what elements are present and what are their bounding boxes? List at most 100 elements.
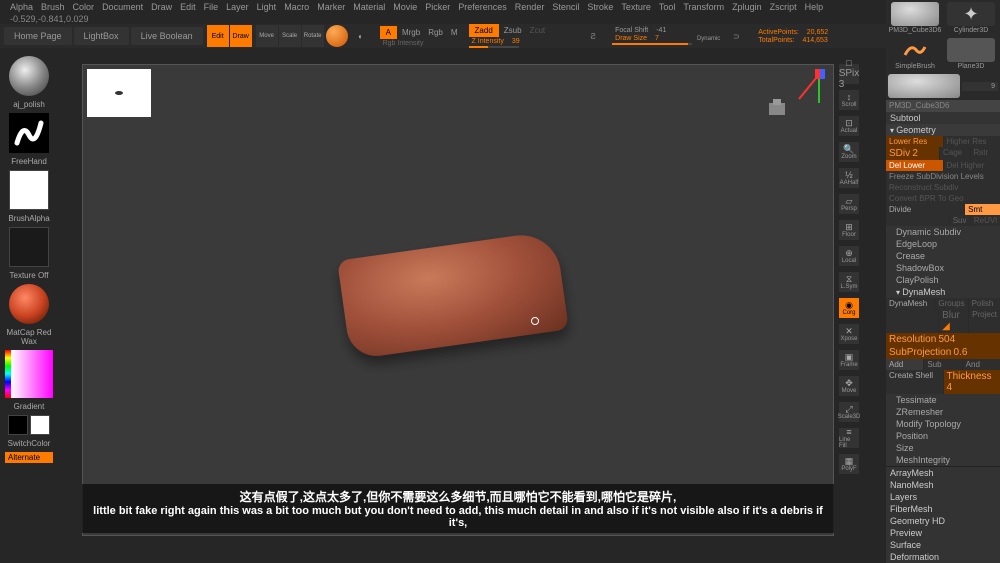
section-geometry-hd[interactable]: Geometry HD <box>886 515 1000 527</box>
menu-file[interactable]: File <box>204 2 219 12</box>
suv[interactable]: Suv <box>950 215 970 226</box>
sdiv[interactable]: SDiv 2 <box>886 147 939 160</box>
rstr[interactable]: Rstr <box>971 147 1000 160</box>
section-edgeloop[interactable]: EdgeLoop <box>886 238 1000 250</box>
a-button[interactable]: A <box>380 26 397 39</box>
section-claypolish[interactable]: ClayPolish <box>886 274 1000 286</box>
section-nanomesh[interactable]: NanoMesh <box>886 479 1000 491</box>
draw-button[interactable]: Draw <box>230 25 252 47</box>
section-modify-topology[interactable]: Modify Topology <box>886 418 1000 430</box>
divide[interactable]: Divide <box>886 204 964 215</box>
menu-color[interactable]: Color <box>73 2 95 12</box>
blur[interactable]: Blur ◢ <box>939 309 968 333</box>
sub[interactable]: Sub <box>924 359 961 370</box>
tool-item-1[interactable]: ✦Cylinder3D <box>944 2 998 34</box>
menu-texture[interactable]: Texture <box>621 2 651 12</box>
menu-light[interactable]: Light <box>257 2 277 12</box>
mrgb-label[interactable]: Mrgb <box>399 28 423 37</box>
draw-size-slider[interactable] <box>612 43 692 45</box>
rt-persp[interactable]: ▱Persp <box>839 194 859 214</box>
axis-gizmo[interactable] <box>789 69 825 105</box>
mode-ring-icon[interactable]: ◐ <box>350 25 372 47</box>
polish[interactable]: Polish <box>969 298 1000 309</box>
menu-zscript[interactable]: Zscript <box>770 2 797 12</box>
menu-draw[interactable]: Draw <box>151 2 172 12</box>
zadd-button[interactable]: Zadd <box>469 24 499 37</box>
menu-layer[interactable]: Layer <box>226 2 249 12</box>
tab-lightbox[interactable]: LightBox <box>74 27 129 45</box>
section-shadowbox[interactable]: ShadowBox <box>886 262 1000 274</box>
lower-res[interactable]: Lower Res <box>886 136 943 147</box>
rt-zoom[interactable]: 🔍Zoom <box>839 142 859 162</box>
section-crease[interactable]: Crease <box>886 250 1000 262</box>
add[interactable]: Add <box>886 359 923 370</box>
tool-item-3[interactable]: Plane3D <box>944 38 998 70</box>
rt-xpose[interactable]: ✕Xpose <box>839 324 859 344</box>
swatch-white[interactable] <box>30 415 50 435</box>
rt-lsym[interactable]: ⧖L.Sym <box>839 272 859 292</box>
z-intensity-value[interactable]: 39 <box>509 38 523 45</box>
brush-preview[interactable] <box>9 56 49 96</box>
menu-picker[interactable]: Picker <box>425 2 450 12</box>
dynamesh-btn[interactable]: DynaMesh <box>886 298 934 309</box>
z-intensity-slider[interactable] <box>469 46 519 48</box>
d-handle-icon[interactable]: ⊃ <box>725 25 747 47</box>
rt-scale3d[interactable]: ⤢Scale3D <box>839 402 859 422</box>
rt-aahalf[interactable]: ½AAHalf <box>839 168 859 188</box>
section-zremesher[interactable]: ZRemesher <box>886 406 1000 418</box>
matcap-preview[interactable] <box>9 284 49 324</box>
section-surface[interactable]: Surface <box>886 539 1000 551</box>
section-fibermesh[interactable]: FiberMesh <box>886 503 1000 515</box>
reconstruct-subdiv[interactable]: Reconstruct Subdiv <box>886 182 1000 193</box>
scale-button[interactable]: Scale <box>279 25 301 47</box>
viewport[interactable] <box>82 64 834 536</box>
groups[interactable]: Groups <box>935 298 967 309</box>
swatch-black[interactable] <box>8 415 28 435</box>
switch-color[interactable]: SwitchColor <box>8 439 51 448</box>
section-geometry[interactable]: Geometry <box>886 124 1000 136</box>
tab-home[interactable]: Home Page <box>4 27 72 45</box>
section-deformation[interactable]: Deformation <box>886 551 1000 563</box>
rt-linefill[interactable]: ≡Line Fill <box>839 428 859 448</box>
cage[interactable]: Cage <box>940 147 970 160</box>
section-preview[interactable]: Preview <box>886 527 1000 539</box>
tool-item-2[interactable]: SimpleBrush <box>888 38 942 70</box>
create-shell[interactable]: Create Shell <box>886 370 943 394</box>
color-picker[interactable] <box>5 350 53 398</box>
subprojection[interactable]: SubProjection 0.6 <box>886 346 1000 359</box>
gradient-label[interactable]: Gradient <box>14 402 45 411</box>
section-tessimate[interactable]: Tessimate <box>886 394 1000 406</box>
project[interactable]: Project <box>969 309 1000 333</box>
reference-thumbnail[interactable] <box>87 69 151 117</box>
menu-alpha[interactable]: Alpha <box>10 2 33 12</box>
menu-render[interactable]: Render <box>515 2 545 12</box>
section-layers[interactable]: Layers <box>886 491 1000 503</box>
menu-transform[interactable]: Transform <box>683 2 724 12</box>
stroke-preview[interactable] <box>9 113 49 153</box>
menu-preferences[interactable]: Preferences <box>458 2 507 12</box>
dynamic-label[interactable]: Dynamic <box>694 36 723 42</box>
section-dynamesh[interactable]: DynaMesh <box>886 286 1000 298</box>
convert-bpr[interactable]: Convert BPR To Geo <box>886 193 1000 204</box>
section-arraymesh[interactable]: ArrayMesh <box>886 467 1000 479</box>
tab-liveboolean[interactable]: Live Boolean <box>131 27 203 45</box>
gizmo-sphere[interactable] <box>326 25 348 47</box>
menu-stencil[interactable]: Stencil <box>552 2 579 12</box>
reuvl[interactable]: ReUVl <box>971 215 1000 226</box>
rt-spix[interactable]: □SPix 3 <box>839 64 859 84</box>
del-lower[interactable]: Del Lower <box>886 160 943 171</box>
move-button[interactable]: Move <box>256 25 278 47</box>
rt-local[interactable]: ⊕Local <box>839 246 859 266</box>
zcut-label[interactable]: Zcut <box>527 26 549 35</box>
draw-size-value[interactable]: 7 <box>652 35 662 42</box>
freeze-subdiv[interactable]: Freeze SubDivision Levels <box>886 171 1000 182</box>
menu-macro[interactable]: Macro <box>284 2 309 12</box>
resolution[interactable]: Resolution 504 <box>886 333 1000 346</box>
section-subtool[interactable]: Subtool <box>886 112 1000 124</box>
menu-help[interactable]: Help <box>805 2 824 12</box>
menu-document[interactable]: Document <box>102 2 143 12</box>
higher-res[interactable]: Higher Res <box>944 136 1000 147</box>
menu-material[interactable]: Material <box>353 2 385 12</box>
menu-edit[interactable]: Edit <box>180 2 196 12</box>
rotate-button[interactable]: Rotate <box>302 25 324 47</box>
